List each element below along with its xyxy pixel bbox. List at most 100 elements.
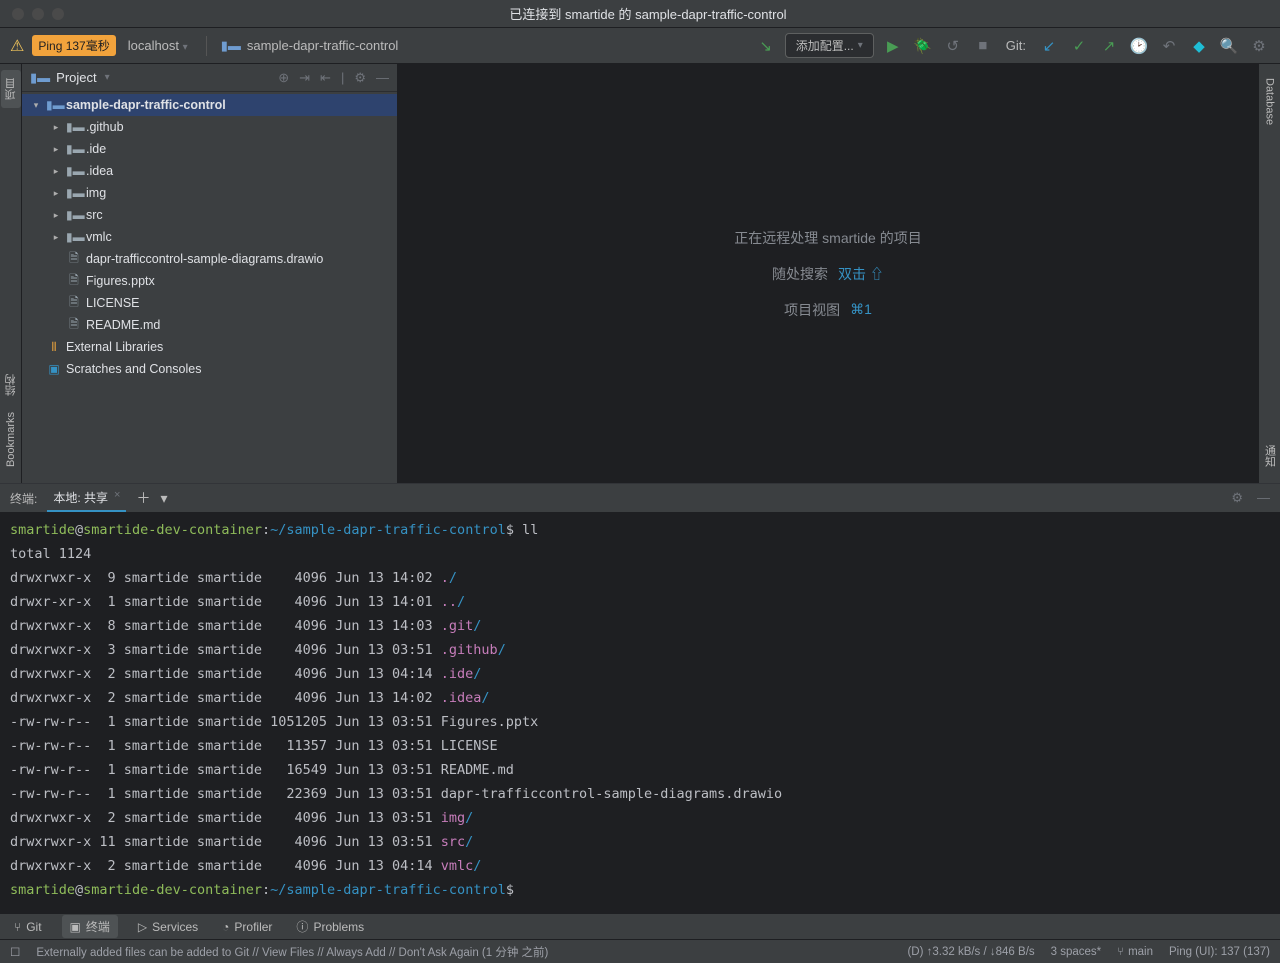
folder-icon: ▮▬ <box>66 186 82 200</box>
code-with-me-icon[interactable]: ◆ <box>1188 37 1210 55</box>
project-header: ▮▬ Project ▾ ⊕ ⇥ ⇤ | ⚙ — <box>22 64 397 92</box>
git-pull-icon[interactable]: ↙ <box>1038 37 1060 55</box>
editor-hint-remote: 正在远程处理 smartide 的项目 <box>734 228 921 248</box>
host-selector[interactable]: localhost ▾ <box>124 38 192 53</box>
select-opened-icon[interactable]: ⊕ <box>278 70 289 86</box>
warning-icon[interactable]: ⚠ <box>10 36 24 56</box>
tree-folder[interactable]: ▮▬.github <box>22 116 397 138</box>
project-title[interactable]: Project <box>56 70 96 85</box>
right-tab-notify[interactable]: 通知 <box>1260 437 1280 475</box>
terminal-line: drwxrwxr-x 11 smartide smartide 4096 Jun… <box>10 830 1270 854</box>
close-icon[interactable]: × <box>114 489 120 506</box>
status-bar: ☐ Externally added files can be added to… <box>0 939 1280 963</box>
folder-icon: ▮▬ <box>66 142 82 156</box>
window-title: 已连接到 smartide 的 sample-dapr-traffic-cont… <box>76 4 1220 23</box>
maximize-window-icon[interactable] <box>52 8 64 20</box>
status-network[interactable]: (D) ↑3.32 kB/s / ↓846 B/s <box>907 946 1034 958</box>
search-icon[interactable]: 🔍 <box>1218 37 1240 55</box>
run-icon[interactable]: ▶ <box>882 37 904 55</box>
scratches-consoles[interactable]: ▣ Scratches and Consoles <box>22 358 397 380</box>
git-push-icon[interactable]: ↗ <box>1098 37 1120 55</box>
expand-icon[interactable] <box>50 144 62 155</box>
stop-icon[interactable]: ■ <box>972 37 994 54</box>
hide-icon[interactable]: — <box>1257 490 1270 506</box>
titlebar: 已连接到 smartide 的 sample-dapr-traffic-cont… <box>0 0 1280 28</box>
terminal-panel: 终端: 本地: 共享 × ＋ ▾ ⚙ — smartide@smartide-d… <box>0 483 1280 913</box>
expand-icon[interactable] <box>30 100 42 111</box>
close-window-icon[interactable] <box>12 8 24 20</box>
status-message[interactable]: Externally added files can be added to G… <box>36 944 891 960</box>
git-commit-icon[interactable]: ✓ <box>1068 37 1090 55</box>
expand-icon[interactable] <box>50 188 62 199</box>
status-ping[interactable]: Ping (UI): 137 (137) <box>1169 946 1270 958</box>
status-branch[interactable]: ⑂main <box>1117 946 1153 958</box>
divider: | <box>341 70 344 86</box>
terminal-icon: ▣ <box>70 920 81 934</box>
debug-icon[interactable]: 🪲 <box>912 37 934 55</box>
expand-icon[interactable] <box>50 166 62 177</box>
build-icon[interactable]: ↘ <box>755 37 777 55</box>
expand-icon[interactable] <box>50 122 62 133</box>
status-indent[interactable]: 3 spaces* <box>1051 946 1102 958</box>
expand-all-icon[interactable]: ⇥ <box>299 70 310 86</box>
twb-git[interactable]: ⑂Git <box>10 918 46 936</box>
run-config-button[interactable]: 添加配置...▾ <box>785 33 874 58</box>
history-icon[interactable]: 🕑 <box>1128 37 1150 55</box>
tree-file[interactable]: 🗎README.md <box>22 314 397 336</box>
left-tab-project[interactable]: 项目 <box>1 70 21 108</box>
project-pane: ▮▬ Project ▾ ⊕ ⇥ ⇤ | ⚙ — ▮▬ sample-dapr-… <box>22 64 398 483</box>
coverage-icon[interactable]: ↺ <box>942 37 964 55</box>
hide-icon[interactable]: — <box>376 70 389 86</box>
gear-icon[interactable]: ⚙ <box>354 70 366 86</box>
tree-file[interactable]: 🗎dapr-trafficcontrol-sample-diagrams.dra… <box>22 248 397 270</box>
tool-window-bar: ⑂Git ▣终端 ▷Services ◔Profiler ⓘProblems <box>0 913 1280 939</box>
external-libraries[interactable]: ⫴ External Libraries <box>22 336 397 358</box>
minimize-window-icon[interactable] <box>32 8 44 20</box>
folder-icon: ▮▬ <box>66 230 82 244</box>
twb-terminal[interactable]: ▣终端 <box>62 915 118 938</box>
tree-folder[interactable]: ▮▬img <box>22 182 397 204</box>
chevron-down-icon[interactable]: ▾ <box>160 490 167 507</box>
tree-folder[interactable]: ▮▬.idea <box>22 160 397 182</box>
expand-icon[interactable] <box>50 232 62 243</box>
right-tab-database[interactable]: Database <box>1262 70 1278 133</box>
tree-folder[interactable]: ▮▬.ide <box>22 138 397 160</box>
left-tab-bookmarks[interactable]: Bookmarks <box>3 404 19 475</box>
breadcrumb-label: sample-dapr-traffic-control <box>247 38 398 53</box>
problems-icon: ⓘ <box>296 918 308 935</box>
git-label: Git: <box>1006 38 1026 53</box>
terminal-tab[interactable]: 本地: 共享 × <box>47 485 126 512</box>
tree-folder[interactable]: ▮▬vmlc <box>22 226 397 248</box>
rollback-icon[interactable]: ↶ <box>1158 37 1180 55</box>
ping-badge[interactable]: Ping 137毫秒 <box>32 35 115 56</box>
tree-folder[interactable]: ▮▬src <box>22 204 397 226</box>
status-icon[interactable]: ☐ <box>10 945 20 959</box>
terminal-body[interactable]: smartide@smartide-dev-container:~/sample… <box>0 512 1280 913</box>
folder-icon: ▮▬ <box>221 38 241 54</box>
tree-file[interactable]: 🗎LICENSE <box>22 292 397 314</box>
settings-icon[interactable]: ⚙ <box>1248 37 1270 55</box>
twb-profiler[interactable]: ◔Profiler <box>218 918 276 936</box>
collapse-all-icon[interactable]: ⇤ <box>320 70 331 86</box>
breadcrumb[interactable]: ▮▬ sample-dapr-traffic-control <box>221 38 399 54</box>
terminal-line: -rw-rw-r-- 1 smartide smartide 16549 Jun… <box>10 758 1270 782</box>
window-controls <box>0 8 76 20</box>
twb-problems[interactable]: ⓘProblems <box>292 916 368 937</box>
editor-area: 正在远程处理 smartide 的项目 随处搜索 双击 ⇧ 项目视图 ⌘1 <box>398 64 1258 483</box>
add-terminal-icon[interactable]: ＋ <box>136 488 150 508</box>
terminal-line: drwxrwxr-x 2 smartide smartide 4096 Jun … <box>10 854 1270 878</box>
expand-icon[interactable] <box>50 210 62 221</box>
tree-file[interactable]: 🗎Figures.pptx <box>22 270 397 292</box>
twb-services[interactable]: ▷Services <box>134 918 202 936</box>
tree-root[interactable]: ▮▬ sample-dapr-traffic-control <box>22 94 397 116</box>
chevron-down-icon[interactable]: ▾ <box>105 72 110 83</box>
project-tree[interactable]: ▮▬ sample-dapr-traffic-control ▮▬.github… <box>22 92 397 483</box>
main-area: 项目 结构 Bookmarks ▮▬ Project ▾ ⊕ ⇥ ⇤ | ⚙ —… <box>0 64 1280 483</box>
terminal-line: drwxrwxr-x 9 smartide smartide 4096 Jun … <box>10 566 1270 590</box>
branch-icon: ⑂ <box>14 920 21 934</box>
terminal-line: total 1124 <box>10 542 1270 566</box>
left-tab-structure[interactable]: 结构 <box>1 366 21 404</box>
folder-icon: ▮▬ <box>66 208 82 222</box>
scratches-icon: ▣ <box>46 362 62 376</box>
gear-icon[interactable]: ⚙ <box>1231 490 1243 506</box>
